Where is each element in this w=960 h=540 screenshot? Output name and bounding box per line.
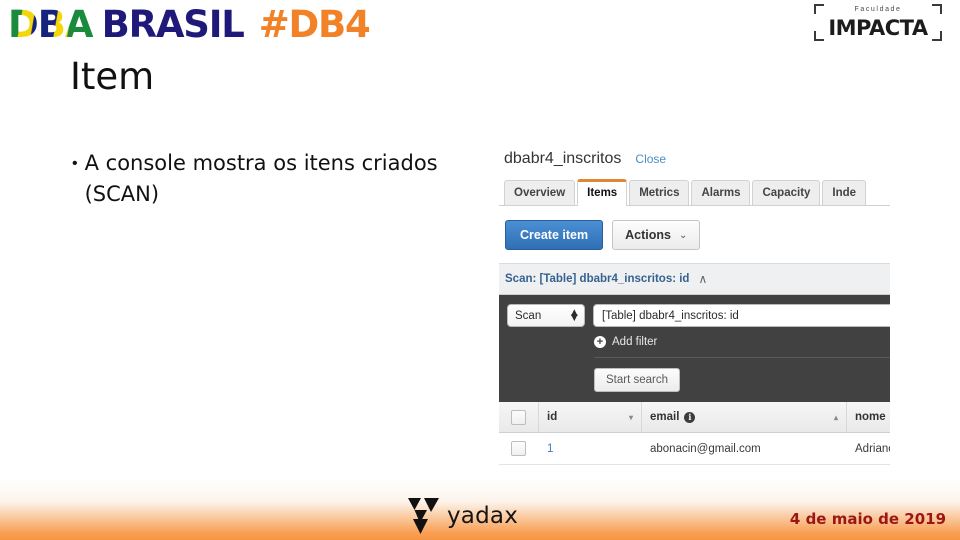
yadax-logo: yadax	[408, 497, 518, 534]
slide-footer: yadax 4 de maio de 2019	[0, 478, 960, 540]
bullet-item-text: A console mostra os itens criados (SCAN)	[84, 151, 438, 206]
start-search-button[interactable]: Start search	[594, 368, 680, 392]
actions-dropdown-button[interactable]: Actions ⌄	[612, 220, 701, 250]
logo-db4-hashtag: #DB4	[258, 2, 371, 46]
column-header-email[interactable]: email i ▴	[642, 402, 847, 432]
console-table-title: dbabr4_inscritos	[504, 150, 622, 167]
logo-dba-text: DBA	[8, 2, 94, 46]
tab-overview[interactable]: Overview	[504, 180, 576, 205]
impacta-faculdade-label: Faculdade	[854, 6, 902, 13]
panel-divider	[594, 357, 890, 358]
scan-summary-label: Scan: [Table] dbabr4_inscritos: id	[505, 273, 690, 285]
column-header-nome-label: nome	[855, 411, 886, 423]
tab-alarms[interactable]: Alarms	[691, 180, 751, 205]
cell-nome: Adriano	[855, 442, 890, 455]
row-select-cell	[499, 433, 539, 464]
table-row[interactable]: 1 abonacin@gmail.com Adriano	[499, 433, 890, 465]
plus-circle-icon: +	[594, 336, 606, 348]
select-all-checkbox[interactable]	[511, 409, 526, 425]
tab-items[interactable]: Items	[577, 179, 628, 206]
create-item-button[interactable]: Create item	[505, 220, 604, 250]
row-checkbox[interactable]	[511, 441, 526, 456]
tab-metrics[interactable]: Metrics	[629, 180, 690, 205]
column-header-email-label: email	[650, 411, 680, 423]
column-header-nome[interactable]: nome ▾	[847, 402, 890, 432]
table-index-select-value: [Table] dbabr4_inscritos: id	[602, 309, 739, 322]
dba-brasil-logo: DBA BRASIL #DB4	[8, 2, 371, 46]
bullet-list: • A console mostra os itens criados (SCA…	[72, 148, 452, 210]
impacta-logo: Faculdade IMPACTA	[814, 2, 942, 44]
info-icon[interactable]: i	[684, 411, 696, 423]
logo-brasil-text: BRASIL	[101, 2, 245, 46]
footer-date: 4 de maio de 2019	[789, 510, 946, 528]
cell-email: abonacin@gmail.com	[650, 442, 761, 455]
console-action-bar: Create item Actions ⌄	[499, 206, 890, 263]
actions-label: Actions	[625, 228, 671, 242]
add-filter-button[interactable]: + Add filter	[594, 336, 890, 348]
yadax-wordmark: yadax	[447, 502, 519, 529]
chevron-down-icon: ⌄	[678, 229, 688, 241]
cell-id: 1	[539, 433, 642, 464]
sort-ascending-icon: ▴	[833, 412, 838, 422]
tab-indexes[interactable]: Inde	[822, 180, 867, 205]
results-table-header: id ▾ email i ▴ nome ▾	[499, 402, 890, 433]
column-header-email-label-wrap: email i	[650, 411, 696, 423]
list-item: • A console mostra os itens criados (SCA…	[72, 148, 452, 210]
bullet-marker-icon: •	[72, 155, 78, 172]
aws-console-screenshot: dbabr4_inscritos Close Overview Items Me…	[499, 142, 890, 484]
column-header-id-label: id	[547, 411, 558, 423]
impacta-wordmark: IMPACTA	[828, 16, 928, 40]
table-index-select[interactable]: [Table] dbabr4_inscritos: id	[593, 304, 890, 327]
scan-query-panel: Scan ▲ ▼ [Table] dbabr4_inscritos: id + A…	[499, 295, 890, 402]
close-link[interactable]: Close	[635, 152, 666, 166]
select-all-header-cell	[499, 402, 539, 432]
yadax-mark-icon	[408, 498, 439, 534]
chevron-up-icon: ∧	[698, 272, 708, 286]
item-id-link[interactable]: 1	[547, 443, 553, 455]
operation-select[interactable]: Scan ▲ ▼	[507, 304, 585, 327]
console-tab-bar: Overview Items Metrics Alarms Capacity I…	[499, 179, 890, 206]
slide-root: DBA BRASIL #DB4 Faculdade IMPACTA Item •…	[0, 0, 960, 540]
add-filter-label: Add filter	[612, 336, 658, 348]
stepper-arrows-icon: ▲ ▼	[568, 306, 580, 324]
scan-selector-row: Scan ▲ ▼ [Table] dbabr4_inscritos: id	[507, 304, 890, 327]
console-header: dbabr4_inscritos Close	[499, 142, 890, 168]
operation-select-value: Scan	[515, 309, 542, 322]
column-header-id[interactable]: id ▾	[539, 402, 642, 432]
page-title: Item	[70, 55, 155, 98]
scan-summary-bar[interactable]: Scan: [Table] dbabr4_inscritos: id ∧	[499, 263, 890, 295]
tab-capacity[interactable]: Capacity	[752, 180, 821, 205]
sort-descending-icon: ▾	[628, 412, 633, 422]
